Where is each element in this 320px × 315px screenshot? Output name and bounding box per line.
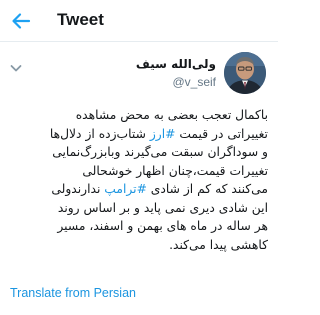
avatar[interactable]	[224, 52, 266, 94]
back-button[interactable]	[8, 8, 34, 34]
tweet-text-segment: این شادی دیری نمی پاید و بر اساس روند	[57, 200, 268, 215]
tweet-text-segment: ندارند‌ولی	[51, 182, 105, 196]
tweet-text-segment: تغییراتی در قیمت	[175, 126, 268, 141]
translate-link[interactable]: Translate from Persian	[10, 285, 136, 301]
tweet-line: هر ساله در ماه های بهمن و اسفند، مسیر	[10, 217, 268, 236]
tweet-text-segment: هر ساله در ماه های بهمن و اسفند، مسیر	[57, 219, 268, 233]
tweet-author: ولی‌الله سیف @v_seif	[0, 50, 278, 100]
tweet-text-segment: و سوداگران سبقت می‌گیرند وبابزرگ‌نمایی	[52, 145, 268, 159]
tweet-line: باکمال تعجب بعضی به محض مشاهده	[10, 106, 268, 125]
tweet-text-segment: می‌کنند که کم از شادی	[146, 182, 268, 196]
tweet-line: کاهشی پیدا می‌کند.	[10, 236, 268, 255]
tweet-line: می‌کنند که کم از شادی #ترامپ ندارند‌ولی	[10, 180, 268, 199]
chevron-down-icon	[10, 65, 22, 72]
tweet-line: و سوداگران سبقت می‌گیرند وبابزرگ‌نمایی	[10, 143, 268, 162]
hashtag-link[interactable]: #ترامپ	[104, 182, 147, 196]
top-bar: Tweet	[0, 0, 278, 42]
tweet-line: تغییراتی در قیمت #ارز شتاب‌زده از دلال‌ه…	[10, 125, 268, 144]
author-name-block[interactable]: ولی‌الله سیف @v_seif	[136, 56, 216, 90]
tweet-line: این شادی دیری نمی پاید و بر اساس روند	[10, 199, 268, 218]
author-display-name[interactable]: ولی‌الله سیف	[136, 56, 216, 72]
author-handle[interactable]: @v_seif	[136, 74, 216, 90]
arrow-left-icon	[12, 13, 31, 29]
tweet-line: تغییرات قیمت،چنان اظهار خوشحالی	[10, 162, 268, 181]
tweet-text-segment: شتاب‌زده از دلال‌ها	[49, 126, 150, 141]
hashtag-link[interactable]: #ارز	[150, 127, 176, 141]
tweet-text-segment: باکمال تعجب بعضی به محض مشاهده	[75, 108, 268, 122]
page-title: Tweet	[57, 10, 104, 29]
tweet-menu-button[interactable]	[6, 58, 26, 78]
tweet-text: باکمال تعجب بعضی به محض مشاهده تغییراتی د…	[10, 106, 268, 254]
tweet-text-segment: تغییرات قیمت،چنان اظهار خوشحالی	[82, 163, 268, 178]
profile-photo	[224, 52, 266, 94]
tweet-text-segment: کاهشی پیدا می‌کند.	[169, 237, 268, 252]
